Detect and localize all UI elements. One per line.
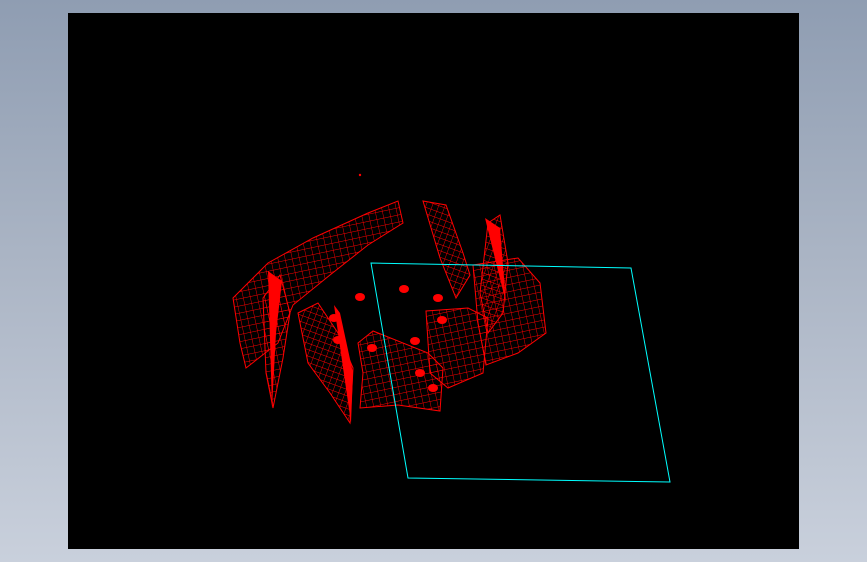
impeller-model[interactable] [232,200,547,425]
cad-viewport[interactable] [68,13,799,549]
hub-hole-1 [355,293,365,301]
impeller-blade-5[interactable] [422,200,471,300]
model-canvas[interactable] [68,13,799,549]
origin-marker [358,173,362,177]
hub-hole-5 [333,336,343,344]
hub-hole-3 [433,294,443,302]
hub-hole-7 [410,337,420,345]
hub-hole-6 [367,344,377,352]
impeller-blade-8[interactable] [425,307,489,389]
hub-hole-2 [399,285,409,293]
hub-hole-10 [428,384,438,392]
hub-hole-9 [415,369,425,377]
hub-hole-8 [437,316,447,324]
hub-hole-4 [329,314,339,322]
